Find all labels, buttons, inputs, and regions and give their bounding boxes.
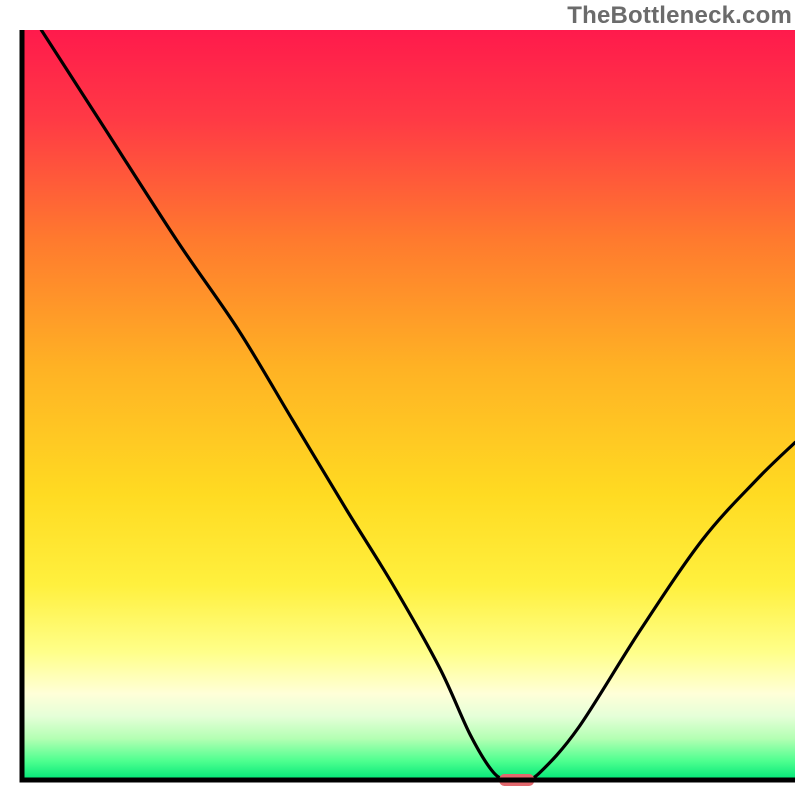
gradient-background	[22, 30, 795, 780]
chart-frame: TheBottleneck.com	[0, 0, 800, 800]
watermark-text: TheBottleneck.com	[567, 2, 792, 30]
bottleneck-chart	[0, 0, 800, 800]
